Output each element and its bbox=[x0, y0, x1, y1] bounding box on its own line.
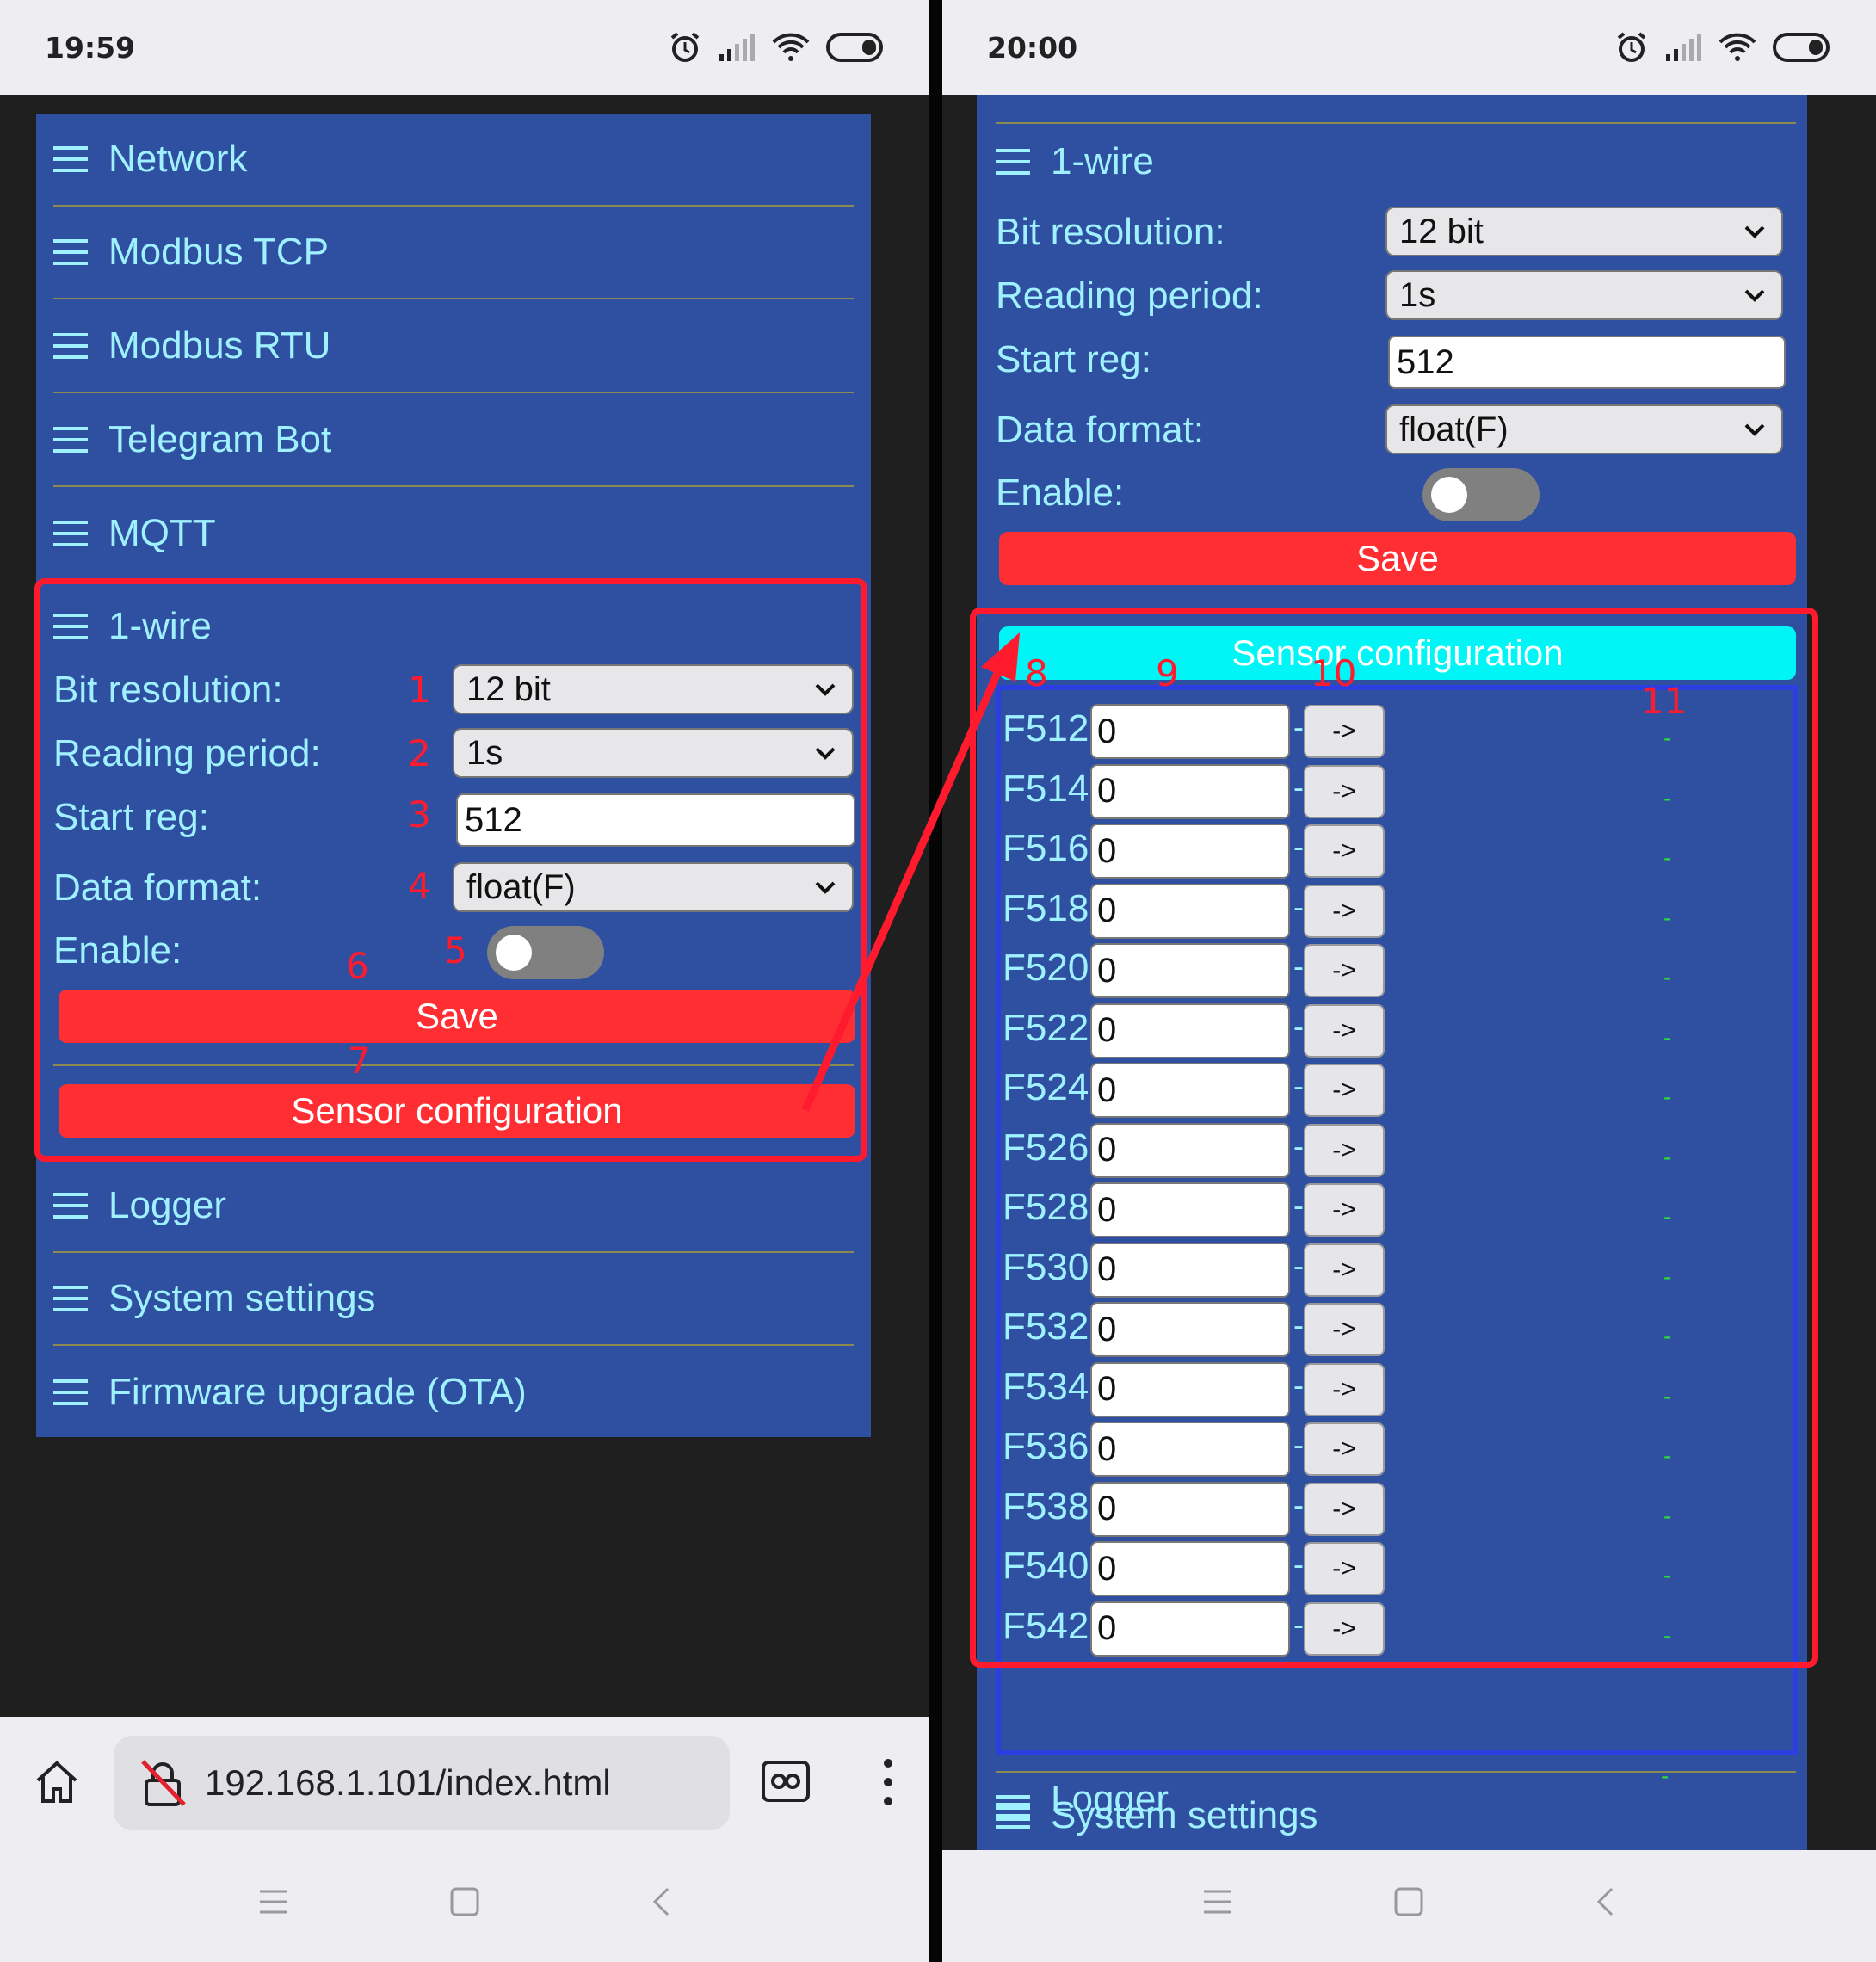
annotation-arrow bbox=[801, 632, 1020, 1112]
